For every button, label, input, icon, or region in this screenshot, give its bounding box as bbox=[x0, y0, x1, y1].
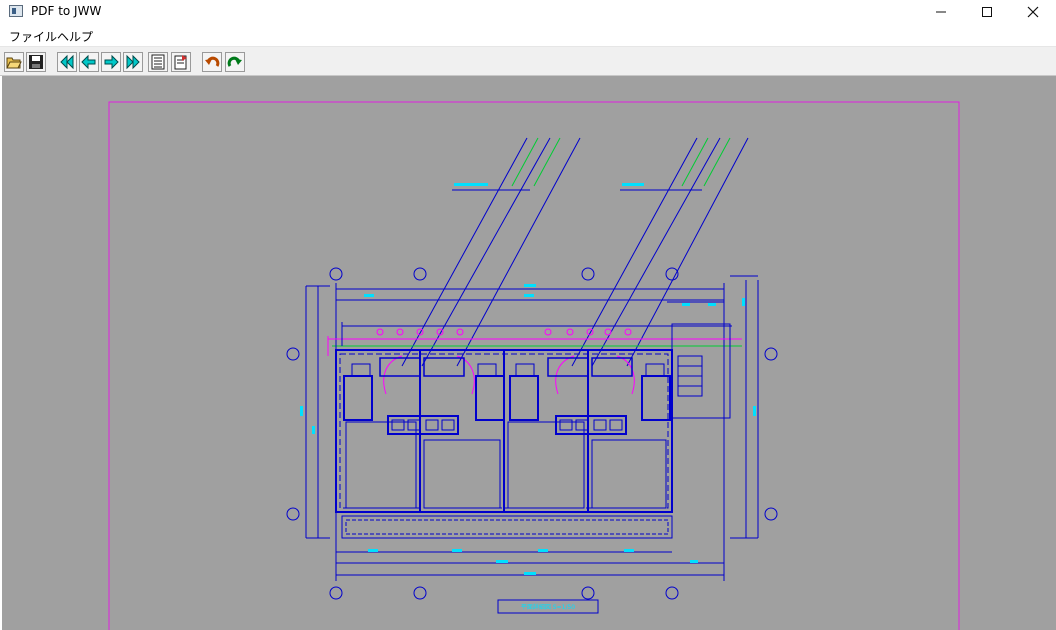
convert-settings-icon bbox=[174, 55, 187, 70]
save-button[interactable] bbox=[26, 52, 46, 72]
minimize-icon bbox=[936, 11, 946, 13]
menu-file[interactable]: ファイル bbox=[9, 28, 57, 45]
convert-settings-button[interactable] bbox=[171, 52, 191, 72]
next-page-button[interactable] bbox=[101, 52, 121, 72]
menu-help[interactable]: ヘルプ bbox=[57, 28, 93, 45]
app-icon bbox=[9, 5, 23, 17]
save-icon bbox=[29, 55, 43, 69]
equipment-line bbox=[327, 328, 742, 395]
title-block-text: 平面詳細図 S=1/50 bbox=[521, 603, 575, 611]
page-list-button[interactable] bbox=[148, 52, 168, 72]
maximize-button[interactable] bbox=[964, 0, 1010, 24]
rotate-right-icon bbox=[227, 56, 242, 67]
dimension-lines bbox=[305, 275, 759, 581]
rotate-left-button[interactable] bbox=[202, 52, 222, 72]
toolbar bbox=[0, 47, 1056, 76]
building-plan bbox=[335, 322, 732, 539]
dimension-text bbox=[300, 284, 756, 575]
minimize-button[interactable] bbox=[918, 0, 964, 24]
previous-page-button[interactable] bbox=[79, 52, 99, 72]
maximize-icon bbox=[982, 7, 992, 17]
leader-notes bbox=[454, 183, 644, 186]
page-list-icon bbox=[151, 54, 165, 70]
grid-bubbles bbox=[286, 267, 778, 600]
rotate-right-button[interactable] bbox=[225, 52, 245, 72]
cad-drawing: 平面詳細図 S=1/50 bbox=[108, 101, 960, 630]
close-icon bbox=[1027, 6, 1039, 18]
window-title: PDF to JWW bbox=[31, 4, 102, 18]
diagonal-lines bbox=[401, 137, 749, 367]
first-page-icon bbox=[60, 54, 74, 70]
next-page-icon bbox=[104, 54, 119, 70]
open-button[interactable] bbox=[4, 52, 24, 72]
previous-page-icon bbox=[81, 54, 96, 70]
title-bar: PDF to JWW bbox=[0, 0, 1056, 24]
last-page-button[interactable] bbox=[123, 52, 143, 72]
rotate-left-icon bbox=[205, 56, 220, 67]
open-folder-icon bbox=[6, 57, 22, 69]
first-page-button[interactable] bbox=[57, 52, 77, 72]
last-page-icon bbox=[126, 54, 140, 70]
green-leaders bbox=[332, 137, 742, 347]
menu-bar: ファイル ヘルプ bbox=[0, 24, 1056, 47]
close-button[interactable] bbox=[1010, 0, 1056, 24]
drawing-canvas[interactable]: 平面詳細図 S=1/50 bbox=[2, 76, 1056, 630]
